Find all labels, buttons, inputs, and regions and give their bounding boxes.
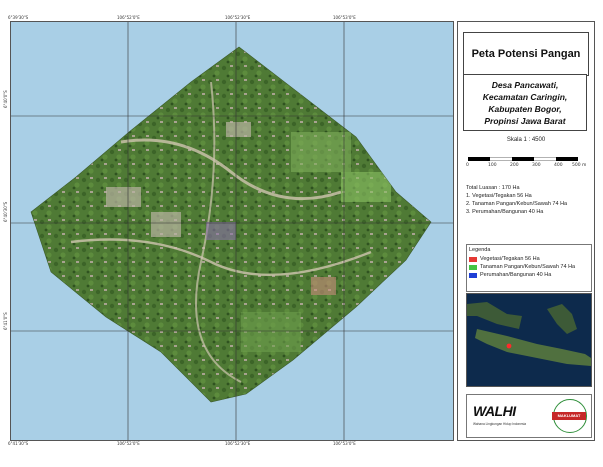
coord-top-1: 106°52'0"E xyxy=(117,15,140,20)
area-summary: Total Luasan : 170 Ha 1. Vegetasi/Tegaka… xyxy=(466,184,592,216)
scale-tick: 0 xyxy=(466,163,469,168)
coord-top-2: 106°52'30"E xyxy=(225,15,251,20)
legend-item: Vegetasi/Tegakan 56 Ha xyxy=(467,255,591,263)
total-area: Total Luasan : 170 Ha xyxy=(466,185,520,191)
legend-label: Tanaman Pangan/Kebun/Sawah 74 Ha xyxy=(480,264,576,270)
coord-bottom-0: 6°41'30"S xyxy=(8,441,29,446)
coord-bottom-2: 106°52'30"E xyxy=(225,441,251,446)
legend-title: Legenda xyxy=(469,247,491,253)
location-line: Kabupaten Bogor, xyxy=(488,104,562,114)
coord-left-0: 6°40'0"S xyxy=(3,90,8,108)
scale-tick: 300 xyxy=(532,163,541,168)
maklumat-logo-text: MAKLUMAT xyxy=(552,412,586,420)
location-line: Desa Pancawati, xyxy=(491,80,559,90)
inset-map-graphic xyxy=(467,294,591,386)
legend-label: Vegetasi/Tegakan 56 Ha xyxy=(480,256,540,262)
legend-label: Perumahan/Bangunan 40 Ha xyxy=(480,272,552,278)
walhi-subtitle: Wahana Lingkungan Hidup Indonesia xyxy=(473,422,527,426)
area-item: 2. Tanaman Pangan/Kebun/Sawah 74 Ha xyxy=(466,201,568,207)
scale-tick: 400 xyxy=(554,163,563,168)
legend-swatch-blue xyxy=(469,272,477,278)
aerial-map xyxy=(11,22,453,440)
location-line: Propinsi Jawa Barat xyxy=(484,116,566,126)
location-box: Desa Pancawati, Kecamatan Caringin, Kabu… xyxy=(463,74,587,131)
coord-left-2: 6°41'0"S xyxy=(3,312,8,330)
location-line: Kecamatan Caringin, xyxy=(482,92,568,102)
legend-swatch-green xyxy=(469,264,477,270)
maklumat-logo: MAKLUMAT xyxy=(552,399,587,433)
scale-tick: 200 xyxy=(510,163,519,168)
scale-bar xyxy=(468,157,578,161)
inset-locator-map xyxy=(466,293,592,387)
logos-box: WALHI Wahana Lingkungan Hidup Indonesia … xyxy=(466,394,592,438)
coord-left-1: 6°40'30"S xyxy=(3,201,8,222)
scale-text: Skala 1 : 4500 xyxy=(506,137,546,143)
legend-swatch-red xyxy=(469,256,477,262)
coord-bottom-1: 106°52'0"E xyxy=(117,441,140,446)
area-item: 3. Perumahan/Bangunan 40 Ha xyxy=(466,209,544,215)
map-info-panel: Peta Potensi Pangan Desa Pancawati, Keca… xyxy=(457,21,595,441)
map-title: Peta Potensi Pangan xyxy=(463,32,589,76)
scale-tick: 500 m xyxy=(572,163,587,168)
area-item: 1. Vegetasi/Tegakan 56 Ha xyxy=(466,193,532,199)
coord-top-0: 6°39'30"S xyxy=(8,15,29,20)
map-frame[interactable] xyxy=(10,21,454,441)
walhi-logo: WALHI xyxy=(473,403,516,419)
legend: Legenda Vegetasi/Tegakan 56 Ha Tanaman P… xyxy=(466,244,592,292)
legend-item: Tanaman Pangan/Kebun/Sawah 74 Ha xyxy=(467,263,591,271)
legend-item: Perumahan/Bangunan 40 Ha xyxy=(467,271,591,279)
scale-tick: 100 xyxy=(488,163,497,168)
location-marker-icon xyxy=(506,343,512,349)
coord-top-3: 106°53'0"E xyxy=(333,15,356,20)
coord-bottom-3: 106°53'0"E xyxy=(333,441,356,446)
